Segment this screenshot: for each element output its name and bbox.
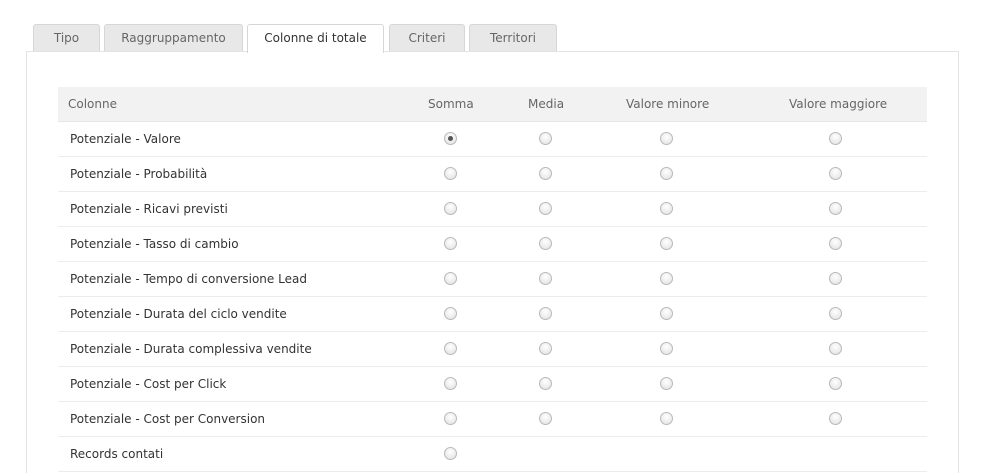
header-media: Media <box>528 97 565 111</box>
row-label: Potenziale - Tempo di conversione Lead <box>70 272 307 286</box>
tab-raggruppamento[interactable]: Raggruppamento <box>104 24 243 52</box>
radio-media[interactable] <box>539 342 552 355</box>
table-row: Potenziale - Valore <box>58 122 927 157</box>
radio-somma[interactable] <box>444 307 457 320</box>
row-label: Potenziale - Ricavi previsti <box>70 202 228 216</box>
table-row: Potenziale - Tempo di conversione Lead <box>58 262 927 297</box>
table-row: Potenziale - Durata complessiva vendite <box>58 332 927 367</box>
radio-valore-minore[interactable] <box>660 342 673 355</box>
tab-tipo[interactable]: Tipo <box>33 24 100 52</box>
header-somma: Somma <box>428 97 474 111</box>
totals-table: Colonne Somma Media Valore minore Valore… <box>58 87 927 472</box>
radio-valore-maggiore[interactable] <box>829 202 842 215</box>
table-row: Potenziale - Cost per Conversion <box>58 402 927 437</box>
radio-valore-maggiore[interactable] <box>829 342 842 355</box>
radio-media[interactable] <box>539 202 552 215</box>
radio-valore-maggiore[interactable] <box>829 377 842 390</box>
table-row: Potenziale - Probabilità <box>58 157 927 192</box>
radio-media[interactable] <box>539 132 552 145</box>
radio-media[interactable] <box>539 167 552 180</box>
radio-somma[interactable] <box>444 412 457 425</box>
table-row: Potenziale - Tasso di cambio <box>58 227 927 262</box>
radio-media[interactable] <box>539 412 552 425</box>
radio-valore-maggiore[interactable] <box>829 167 842 180</box>
radio-media[interactable] <box>539 307 552 320</box>
radio-valore-minore[interactable] <box>660 272 673 285</box>
table-row: Potenziale - Cost per Click <box>58 367 927 402</box>
radio-valore-maggiore[interactable] <box>829 272 842 285</box>
radio-valore-maggiore[interactable] <box>829 412 842 425</box>
radio-somma[interactable] <box>444 132 457 145</box>
radio-valore-minore[interactable] <box>660 307 673 320</box>
row-label: Potenziale - Valore <box>70 132 181 146</box>
radio-valore-minore[interactable] <box>660 377 673 390</box>
radio-media[interactable] <box>539 237 552 250</box>
radio-somma[interactable] <box>444 342 457 355</box>
radio-somma[interactable] <box>444 272 457 285</box>
row-label: Potenziale - Cost per Conversion <box>70 412 266 426</box>
radio-valore-minore[interactable] <box>660 412 673 425</box>
radio-valore-minore[interactable] <box>660 202 673 215</box>
tab-territori[interactable]: Territori <box>469 24 557 52</box>
row-label: Potenziale - Probabilità <box>70 167 208 181</box>
radio-valore-minore[interactable] <box>660 237 673 250</box>
row-label: Records contati <box>70 447 164 461</box>
row-label: Potenziale - Tasso di cambio <box>70 237 239 251</box>
row-label: Potenziale - Durata complessiva vendite <box>70 342 312 356</box>
tab-colonne-di-totale[interactable]: Colonne di totale <box>247 24 384 53</box>
header-colonne: Colonne <box>68 97 117 111</box>
radio-valore-maggiore[interactable] <box>829 132 842 145</box>
radio-valore-maggiore[interactable] <box>829 307 842 320</box>
radio-media[interactable] <box>539 377 552 390</box>
radio-somma[interactable] <box>444 202 457 215</box>
radio-valore-maggiore[interactable] <box>829 237 842 250</box>
radio-media[interactable] <box>539 272 552 285</box>
table-header: Colonne Somma Media Valore minore Valore… <box>58 87 927 122</box>
radio-somma[interactable] <box>444 447 457 460</box>
radio-somma[interactable] <box>444 237 457 250</box>
row-label: Potenziale - Cost per Click <box>70 377 227 391</box>
tab-criteri[interactable]: Criteri <box>389 24 465 52</box>
header-valore-maggiore: Valore maggiore <box>789 97 888 111</box>
table-row: Potenziale - Durata del ciclo vendite <box>58 297 927 332</box>
row-label: Potenziale - Durata del ciclo vendite <box>70 307 287 321</box>
radio-somma[interactable] <box>444 377 457 390</box>
header-valore-minore: Valore minore <box>626 97 710 111</box>
radio-valore-minore[interactable] <box>660 167 673 180</box>
table-row: Records contati <box>58 437 927 472</box>
radio-somma[interactable] <box>444 167 457 180</box>
table-row: Potenziale - Ricavi previsti <box>58 192 927 227</box>
radio-valore-minore[interactable] <box>660 132 673 145</box>
